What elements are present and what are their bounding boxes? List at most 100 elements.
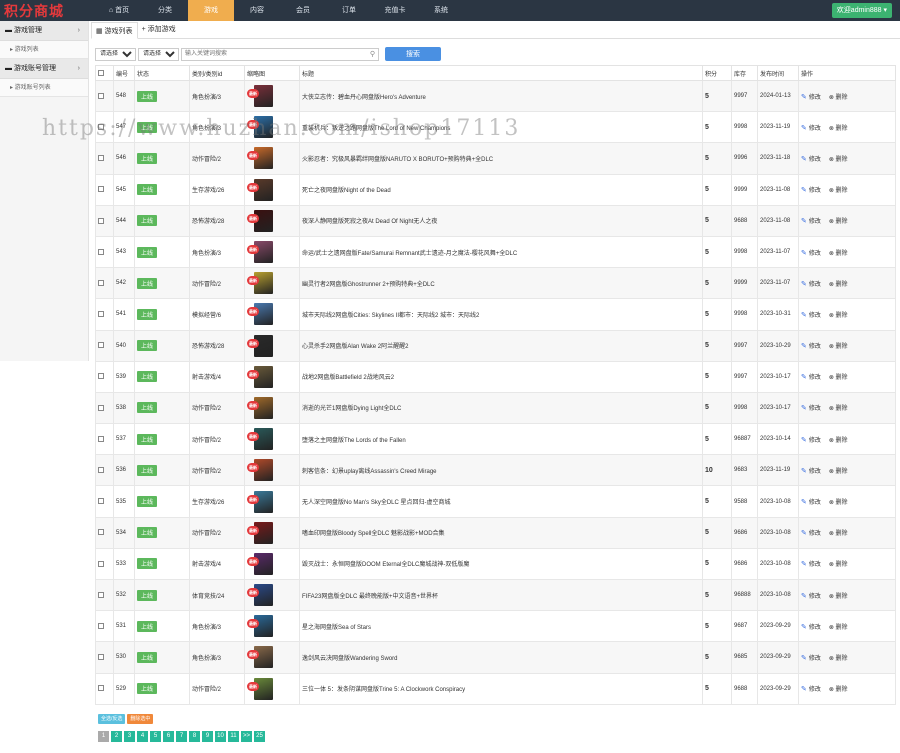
delete-button[interactable]: ⊗ 删除: [829, 406, 848, 412]
delete-selected-button[interactable]: 删除选中: [127, 714, 154, 724]
row-title[interactable]: 城市天际线2网盘版Cities: Skylines II都市：天际线2 城市：天…: [299, 298, 703, 331]
delete-button[interactable]: ⊗ 删除: [829, 656, 848, 662]
page-8[interactable]: 8: [189, 731, 200, 742]
row-title[interactable]: 夜深人静网盘版死寂之夜At Dead Of Night无人之夜: [299, 204, 703, 237]
delete-button[interactable]: ⊗ 删除: [829, 531, 848, 537]
delete-button[interactable]: ⊗ 删除: [829, 562, 848, 568]
thumbnail[interactable]: 最新: [247, 147, 273, 170]
row-checkbox[interactable]: [98, 685, 104, 692]
thumbnail[interactable]: 最新: [247, 303, 273, 326]
user-menu-button[interactable]: 欢迎admin888 ▾: [831, 3, 892, 18]
thumbnail[interactable]: 最新: [247, 428, 273, 451]
thumbnail[interactable]: 最新: [247, 396, 273, 419]
edit-button[interactable]: ✎ 修改: [801, 187, 821, 194]
row-title[interactable]: 幽灵行者2网盘版Ghostrunner 2+预购特典+全DLC: [299, 267, 703, 300]
status-badge[interactable]: 上线: [137, 651, 158, 663]
row-title[interactable]: 重装机兵：叛逆之路网盘版The Lord of New Champions: [299, 111, 703, 144]
row-title[interactable]: 消逝的光芒1网盘版Dying Light全DLC: [299, 391, 703, 425]
row-title[interactable]: 火影忍者：究极风暴羁绊网盘版NARUTO X BORUTO+预购特典+全DLC: [299, 142, 703, 175]
page-7[interactable]: 7: [176, 731, 187, 742]
row-title[interactable]: 堕落之主网盘版The Lords of the Fallen: [299, 423, 703, 456]
nav-item-2[interactable]: 游戏: [188, 0, 234, 21]
delete-button[interactable]: ⊗ 删除: [829, 251, 848, 257]
thumbnail[interactable]: 最新: [247, 521, 273, 544]
row-title[interactable]: 刺客信条：幻景uplay离线Assassin's Creed Mirage: [299, 454, 703, 487]
row-checkbox[interactable]: [98, 560, 104, 567]
row-checkbox[interactable]: [98, 529, 104, 536]
edit-button[interactable]: ✎ 修改: [801, 624, 821, 631]
thumbnail[interactable]: 最新: [247, 365, 273, 388]
delete-button[interactable]: ⊗ 删除: [829, 95, 848, 101]
edit-button[interactable]: ✎ 修改: [801, 437, 821, 444]
nav-item-0[interactable]: ⌂ 首页: [96, 0, 142, 21]
status-badge[interactable]: 上线: [137, 246, 158, 258]
row-checkbox[interactable]: [98, 467, 104, 474]
row-checkbox[interactable]: [98, 373, 104, 380]
edit-button[interactable]: ✎ 修改: [801, 468, 821, 475]
thumbnail[interactable]: 最新: [247, 334, 273, 357]
delete-button[interactable]: ⊗ 删除: [829, 219, 848, 225]
page-5[interactable]: 5: [150, 731, 161, 742]
thumbnail[interactable]: 最新: [247, 272, 273, 295]
nav-item-5[interactable]: 订单: [326, 0, 372, 21]
page-11[interactable]: 11: [228, 731, 239, 742]
delete-button[interactable]: ⊗ 删除: [829, 438, 848, 444]
status-badge[interactable]: 上线: [137, 464, 158, 476]
edit-button[interactable]: ✎ 修改: [801, 343, 821, 350]
column-header-0[interactable]: [95, 65, 114, 81]
row-checkbox[interactable]: [98, 279, 104, 286]
page-2[interactable]: 2: [111, 731, 122, 742]
status-badge[interactable]: 上线: [137, 496, 158, 508]
thumbnail[interactable]: 最新: [247, 241, 273, 264]
row-checkbox[interactable]: [98, 404, 104, 411]
thumbnail[interactable]: 最新: [247, 646, 273, 669]
status-badge[interactable]: 上线: [137, 433, 158, 445]
page-10[interactable]: 10: [215, 731, 226, 742]
row-checkbox[interactable]: [98, 311, 104, 318]
delete-button[interactable]: ⊗ 删除: [829, 625, 848, 631]
thumbnail[interactable]: 最新: [247, 615, 273, 638]
status-badge[interactable]: 上线: [137, 620, 158, 632]
status-badge[interactable]: 上线: [137, 340, 158, 352]
page-3[interactable]: 3: [124, 731, 135, 742]
thumbnail[interactable]: 最新: [247, 677, 273, 700]
thumbnail[interactable]: 最新: [247, 584, 273, 607]
page-last[interactable]: 25: [254, 731, 266, 742]
row-title[interactable]: 死亡之夜网盘版Night of the Dead: [299, 173, 703, 206]
edit-button[interactable]: ✎ 修改: [801, 655, 821, 662]
edit-button[interactable]: ✎ 修改: [801, 686, 821, 693]
row-title[interactable]: 心灵杀手2网盘版Alan Wake 2阿兰醒醒2: [299, 329, 703, 362]
edit-button[interactable]: ✎ 修改: [801, 593, 821, 600]
row-checkbox[interactable]: [98, 498, 104, 505]
status-badge[interactable]: 上线: [137, 90, 158, 102]
status-badge[interactable]: 上线: [137, 558, 158, 570]
delete-button[interactable]: ⊗ 删除: [829, 687, 848, 693]
page-6[interactable]: 6: [163, 731, 174, 742]
search-icon[interactable]: ⚲: [370, 49, 375, 60]
brand-logo[interactable]: 积分商城: [4, 1, 64, 21]
status-badge[interactable]: 上线: [137, 589, 158, 601]
page-4[interactable]: 4: [137, 731, 148, 742]
edit-button[interactable]: ✎ 修改: [801, 499, 821, 506]
status-badge[interactable]: 上线: [137, 152, 158, 164]
delete-button[interactable]: ⊗ 删除: [829, 344, 848, 350]
status-badge[interactable]: 上线: [137, 683, 158, 695]
thumbnail[interactable]: 最新: [247, 85, 273, 108]
delete-button[interactable]: ⊗ 删除: [829, 126, 848, 132]
row-title[interactable]: 大侠立志传：碧血丹心网盘版Hero's Adventure: [299, 79, 703, 113]
nav-item-6[interactable]: 充值卡: [372, 0, 418, 21]
filter-select-1[interactable]: 请选择: [95, 47, 136, 61]
thumbnail[interactable]: 最新: [247, 459, 273, 482]
status-badge[interactable]: 上线: [137, 184, 158, 196]
edit-button[interactable]: ✎ 修改: [801, 530, 821, 537]
delete-button[interactable]: ⊗ 删除: [829, 375, 848, 381]
sidebar-group-1[interactable]: ▬ 游戏账号管理 ›: [0, 59, 88, 79]
thumbnail[interactable]: 最新: [247, 552, 273, 575]
thumbnail[interactable]: 最新: [247, 178, 273, 201]
delete-button[interactable]: ⊗ 删除: [829, 282, 848, 288]
row-checkbox[interactable]: [98, 217, 104, 224]
status-badge[interactable]: 上线: [137, 308, 158, 320]
row-checkbox[interactable]: [98, 342, 104, 349]
edit-button[interactable]: ✎ 修改: [801, 374, 821, 381]
edit-button[interactable]: ✎ 修改: [801, 405, 821, 412]
